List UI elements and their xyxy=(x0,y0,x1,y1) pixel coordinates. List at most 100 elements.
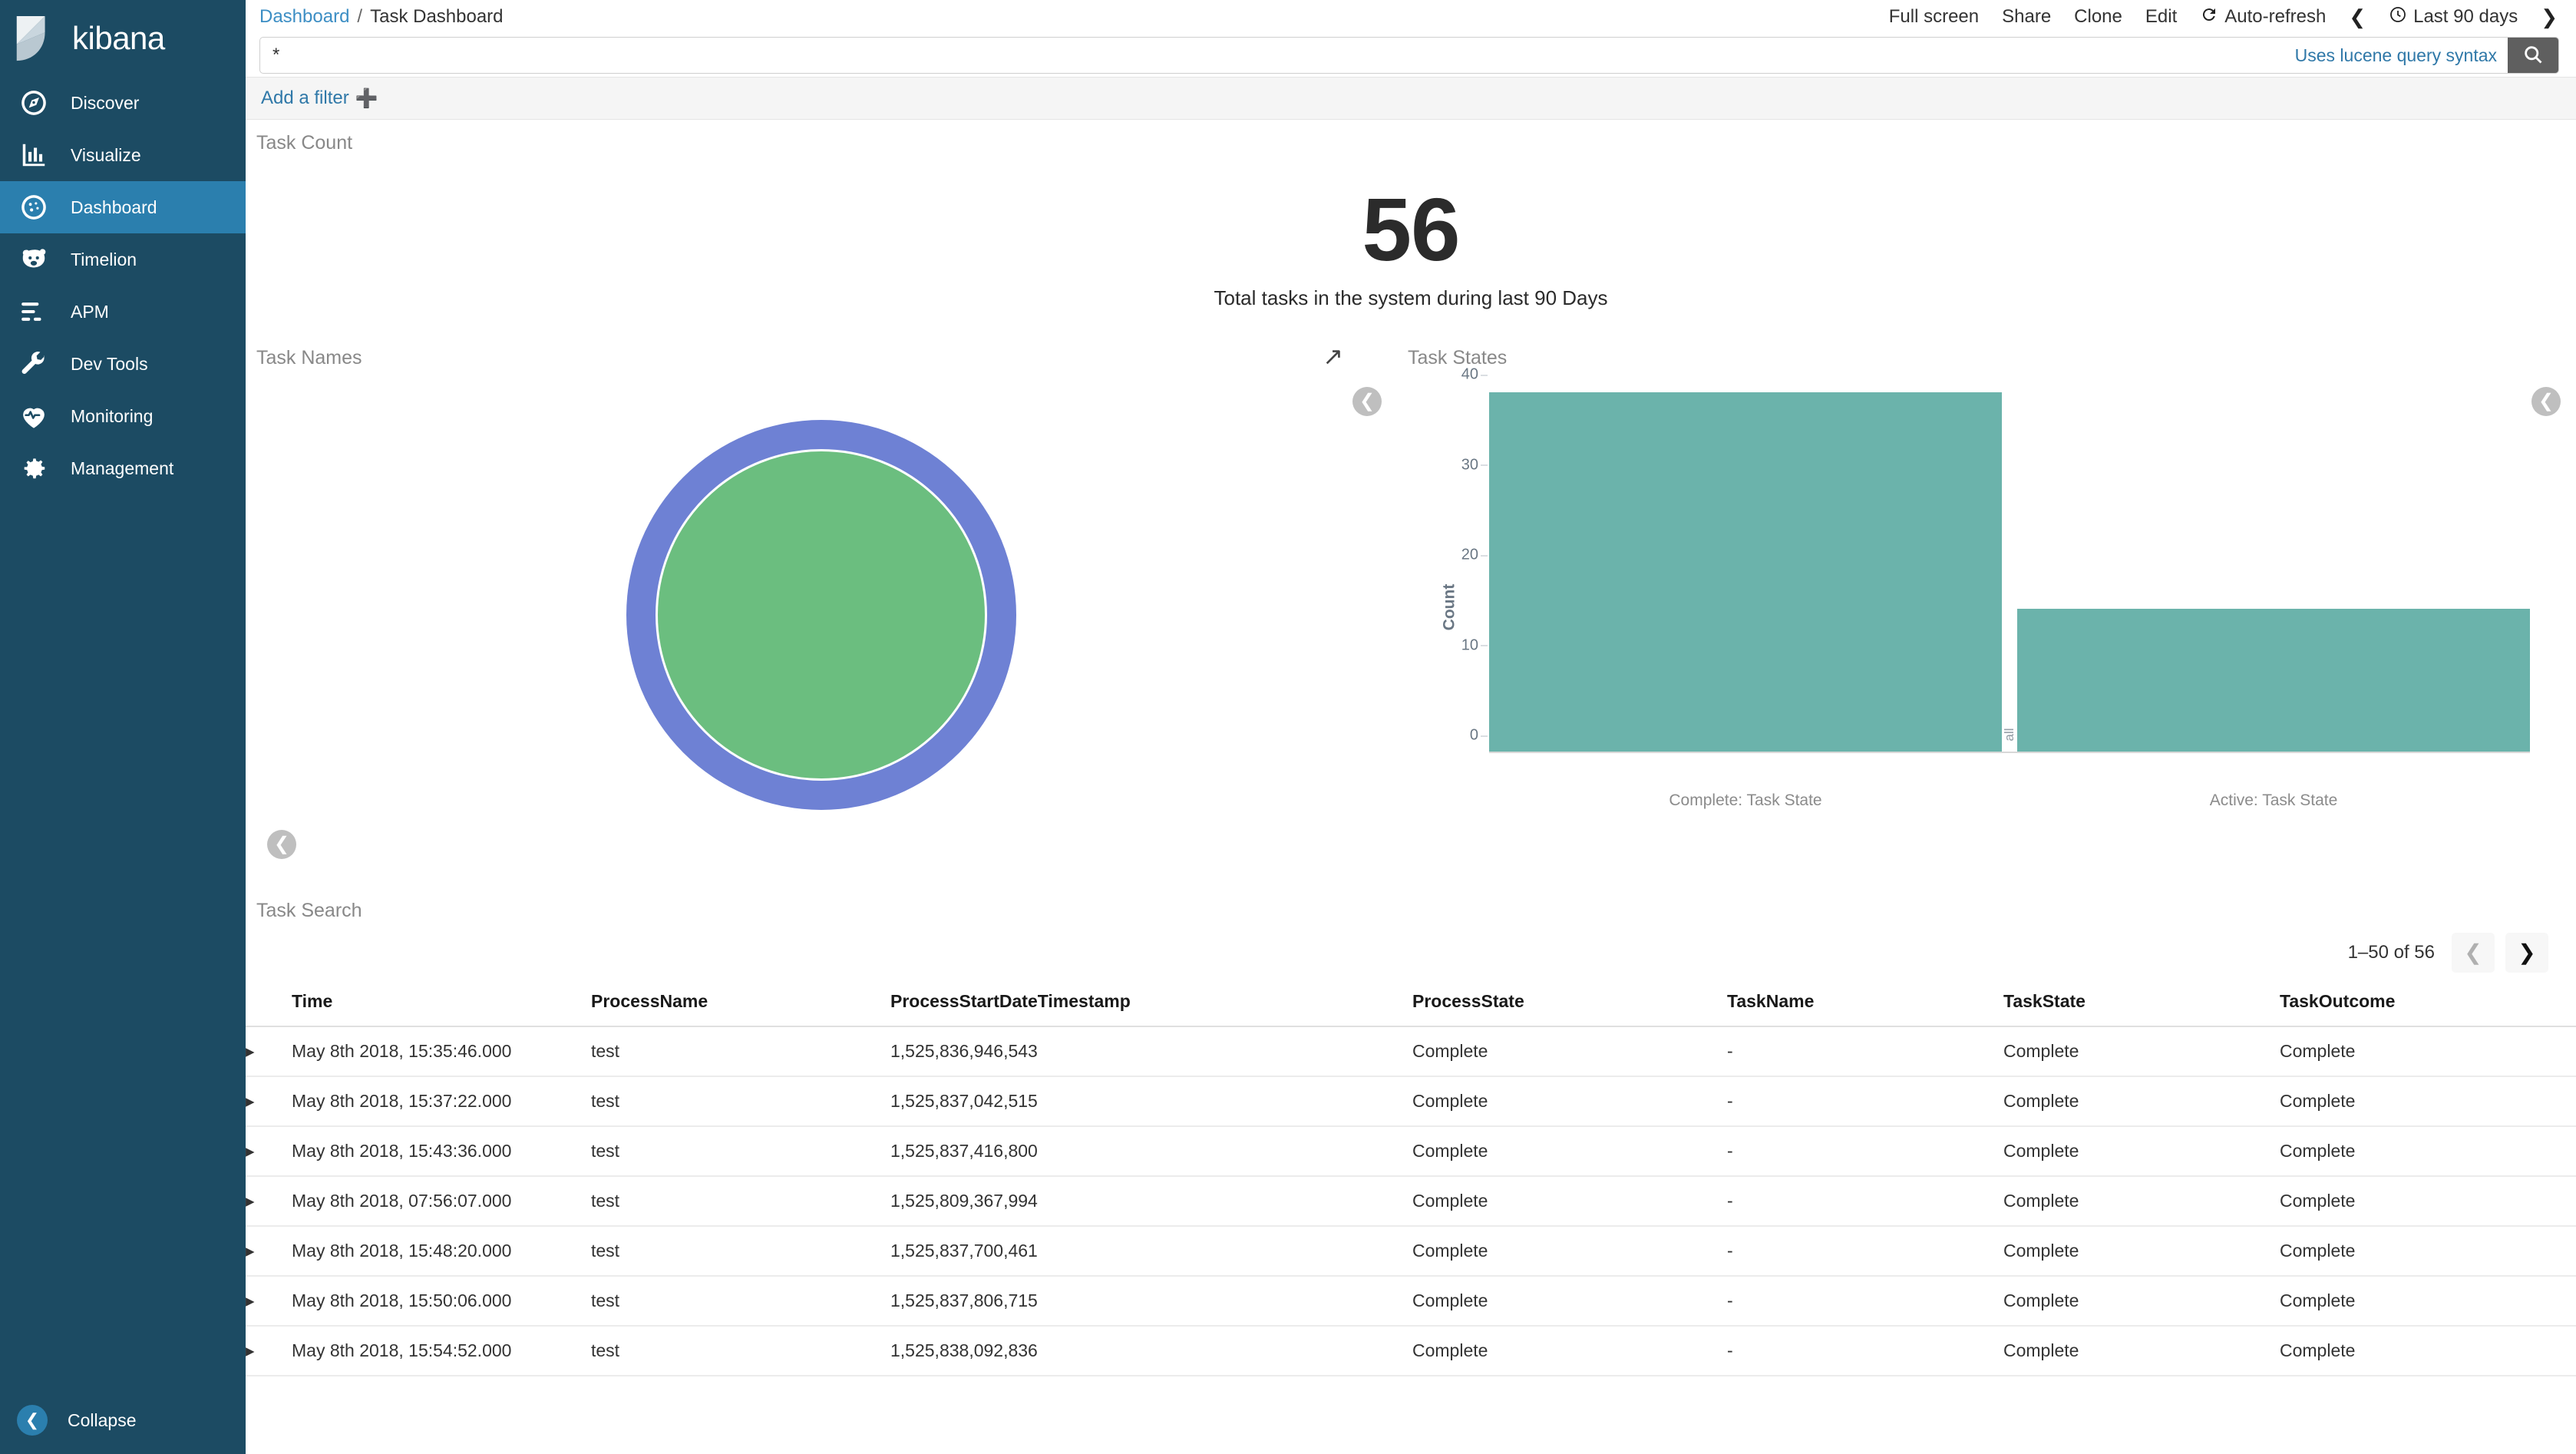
bar-column xyxy=(2017,392,2530,753)
brand-logo-area[interactable]: kibana xyxy=(0,0,246,77)
x-axis-labels: all Complete: Task State all Active: Tas… xyxy=(1489,791,2530,810)
sidebar-item-label: Discover xyxy=(71,94,139,112)
sidebar-item-visualize[interactable]: Visualize xyxy=(0,129,246,181)
bar-complete[interactable] xyxy=(1489,392,2002,753)
cell-process-name: test xyxy=(591,1176,890,1226)
cell-task-state: Complete xyxy=(2003,1026,2280,1076)
pagination-range: 1–50 of 56 xyxy=(2348,942,2435,963)
panel-task-names: Task Names ↗ ❮ ❮ xyxy=(246,335,1397,887)
table-row[interactable]: ▸May 8th 2018, 15:35:46.000test1,525,836… xyxy=(246,1026,2576,1076)
bar-column xyxy=(1489,392,2002,753)
breadcrumb-dashboard-link[interactable]: Dashboard xyxy=(259,6,349,28)
search-icon xyxy=(2522,44,2544,68)
table-row[interactable]: ▸May 8th 2018, 07:56:07.000test1,525,809… xyxy=(246,1176,2576,1226)
chevron-left-icon[interactable]: ❮ xyxy=(1352,387,1382,416)
search-input[interactable] xyxy=(260,38,2284,73)
sidebar-item-monitoring[interactable]: Monitoring xyxy=(0,390,246,442)
pagination-next-button[interactable]: ❯ xyxy=(2505,933,2548,973)
cell-task-state: Complete xyxy=(2003,1276,2280,1326)
dashboard-actions-menu: Full screen Share Clone Edit Auto-refres… xyxy=(1889,5,2558,29)
clone-button[interactable]: Clone xyxy=(2074,6,2122,28)
cell-task-outcome: Complete xyxy=(2280,1176,2576,1226)
cell-process-name: test xyxy=(591,1126,890,1176)
lucene-syntax-hint[interactable]: Uses lucene query syntax xyxy=(2284,38,2508,73)
time-next-button[interactable]: ❯ xyxy=(2541,5,2558,29)
bar-active[interactable] xyxy=(2017,609,2530,753)
table-row[interactable]: ▸May 8th 2018, 15:43:36.000test1,525,837… xyxy=(246,1126,2576,1176)
sidebar-item-timelion[interactable]: Timelion xyxy=(0,233,246,286)
cell-time: May 8th 2018, 15:54:52.000 xyxy=(292,1326,591,1376)
sidebar-item-management[interactable]: Management xyxy=(0,442,246,494)
sidebar-item-apm[interactable]: APM xyxy=(0,286,246,338)
col-task-outcome[interactable]: TaskOutcome xyxy=(2280,980,2576,1026)
pie-slice-inner[interactable] xyxy=(656,449,987,781)
add-filter-button[interactable]: Add a filter ➕ xyxy=(261,88,378,110)
x-category-label: Active: Task State xyxy=(2210,791,2338,809)
chevron-left-icon: ❮ xyxy=(17,1405,48,1436)
expand-row-caret[interactable]: ▸ xyxy=(246,1226,292,1276)
sidebar-item-label: Dev Tools xyxy=(71,355,148,373)
table-row[interactable]: ▸May 8th 2018, 15:37:22.000test1,525,837… xyxy=(246,1076,2576,1126)
auto-refresh-button[interactable]: Auto-refresh xyxy=(2200,5,2326,29)
sidebar-item-label: Visualize xyxy=(71,147,141,164)
cell-task-outcome: Complete xyxy=(2280,1126,2576,1176)
main-area: Dashboard / Task Dashboard Full screen S… xyxy=(246,0,2576,1454)
expand-row-caret[interactable]: ▸ xyxy=(246,1276,292,1326)
expand-row-caret[interactable]: ▸ xyxy=(246,1176,292,1226)
metric-value: 56 xyxy=(1362,185,1459,274)
pie-chart[interactable] xyxy=(246,369,1397,861)
col-task-name[interactable]: TaskName xyxy=(1727,980,2003,1026)
search-submit-button[interactable] xyxy=(2508,38,2558,73)
breadcrumb-separator: / xyxy=(357,6,362,28)
chevron-up-icon[interactable]: ❮ xyxy=(267,830,296,859)
cell-task-name: - xyxy=(1727,1276,2003,1326)
cell-time: May 8th 2018, 15:50:06.000 xyxy=(292,1276,591,1326)
expand-row-caret[interactable]: ▸ xyxy=(246,1026,292,1076)
panel-task-states: Task States ❮ Count 0 10 20 30 40 xyxy=(1397,335,2576,887)
expand-icon[interactable]: ↗ xyxy=(1323,344,1343,368)
metric-body: 56 Total tasks in the system during last… xyxy=(246,154,2576,310)
breadcrumb-current: Task Dashboard xyxy=(370,6,503,28)
panel-title: Task States xyxy=(1397,335,2576,369)
full-screen-button[interactable]: Full screen xyxy=(1889,6,1979,28)
cell-process-name: test xyxy=(591,1076,890,1126)
sidebar-item-dev-tools[interactable]: Dev Tools xyxy=(0,338,246,390)
pagination-prev-button[interactable]: ❮ xyxy=(2452,933,2495,973)
col-process-start[interactable]: ProcessStartDateTimestamp xyxy=(890,980,1412,1026)
collapse-sidebar-button[interactable]: ❮ Collapse xyxy=(0,1405,246,1436)
time-prev-button[interactable]: ❮ xyxy=(2349,5,2366,29)
cell-time: May 8th 2018, 15:43:36.000 xyxy=(292,1126,591,1176)
cell-task-name: - xyxy=(1727,1226,2003,1276)
add-filter-label: Add a filter xyxy=(261,88,349,109)
plus-icon: ➕ xyxy=(355,88,378,110)
query-bar: Uses lucene query syntax xyxy=(246,34,2576,77)
table-header: Time ProcessName ProcessStartDateTimesta… xyxy=(246,980,2576,1026)
bar-chart[interactable]: Count 0 10 20 30 40 xyxy=(1397,369,2576,845)
time-range-label: Last 90 days xyxy=(2413,6,2518,28)
cell-process-name: test xyxy=(591,1326,890,1376)
table-row[interactable]: ▸May 8th 2018, 15:48:20.000test1,525,837… xyxy=(246,1226,2576,1276)
sidebar-item-label: Timelion xyxy=(71,251,137,269)
sidebar-item-label: Monitoring xyxy=(71,408,153,425)
brand-name: kibana xyxy=(72,20,165,57)
expand-row-caret[interactable]: ▸ xyxy=(246,1326,292,1376)
table-row[interactable]: ▸May 8th 2018, 15:50:06.000test1,525,837… xyxy=(246,1276,2576,1326)
time-range-picker[interactable]: Last 90 days xyxy=(2389,5,2518,29)
metric-label: Total tasks in the system during last 90… xyxy=(1214,286,1607,310)
cell-process-start: 1,525,809,367,994 xyxy=(890,1176,1412,1226)
col-time[interactable]: Time xyxy=(292,980,591,1026)
col-process-name[interactable]: ProcessName xyxy=(591,980,890,1026)
expand-row-caret[interactable]: ▸ xyxy=(246,1126,292,1176)
col-process-state[interactable]: ProcessState xyxy=(1412,980,1727,1026)
edit-button[interactable]: Edit xyxy=(2145,6,2177,28)
cell-task-state: Complete xyxy=(2003,1076,2280,1126)
sidebar-item-discover[interactable]: Discover xyxy=(0,77,246,129)
share-button[interactable]: Share xyxy=(2002,6,2051,28)
sidebar-item-dashboard[interactable]: Dashboard xyxy=(0,181,246,233)
expand-row-caret[interactable]: ▸ xyxy=(246,1076,292,1126)
cell-process-start: 1,525,837,806,715 xyxy=(890,1276,1412,1326)
col-task-state[interactable]: TaskState xyxy=(2003,980,2280,1026)
cell-task-state: Complete xyxy=(2003,1326,2280,1376)
table-row[interactable]: ▸May 8th 2018, 15:54:52.000test1,525,838… xyxy=(246,1326,2576,1376)
sidebar-item-label: APM xyxy=(71,303,109,321)
